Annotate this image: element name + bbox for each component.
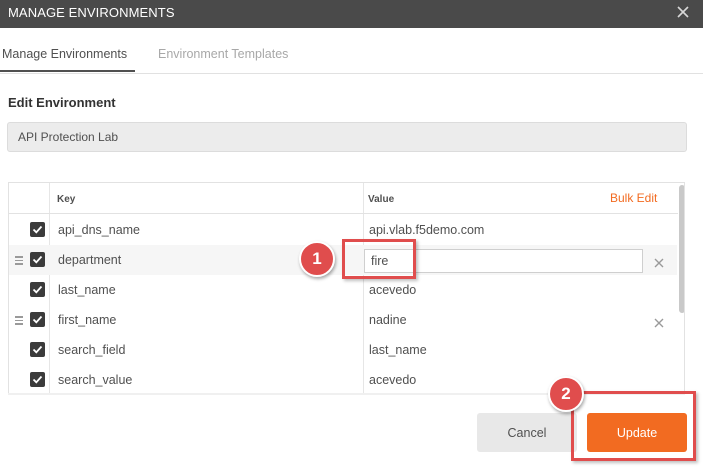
row-value[interactable]: api.vlab.f5demo.com <box>369 223 484 237</box>
row-value[interactable]: last_name <box>369 343 427 357</box>
row-enabled-checkbox[interactable] <box>30 312 45 327</box>
callout-highlight-update <box>571 391 696 461</box>
cancel-button[interactable]: Cancel <box>477 413 577 452</box>
row-value[interactable]: acevedo <box>369 283 416 297</box>
row-value[interactable]: nadine <box>369 313 407 327</box>
row-enabled-checkbox[interactable] <box>30 252 45 267</box>
row-enabled-checkbox[interactable] <box>30 372 45 387</box>
callout-highlight-value <box>342 239 416 279</box>
value-column-header: Value <box>368 194 395 205</box>
variables-table: Key Value Bulk Edit api_dns_name api.vla… <box>8 182 685 395</box>
key-column-header: Key <box>57 194 76 205</box>
step-marker-1: 1 <box>299 241 335 277</box>
table-row: last_name acevedo <box>9 275 677 305</box>
table-header: Key Value Bulk Edit <box>9 183 684 214</box>
row-enabled-checkbox[interactable] <box>30 282 45 297</box>
tab-manage-environments[interactable]: Manage Environments <box>0 47 136 72</box>
row-key[interactable]: department <box>58 253 121 267</box>
edit-environment-heading: Edit Environment <box>8 95 116 110</box>
delete-row-icon[interactable] <box>654 315 664 328</box>
row-key[interactable]: api_dns_name <box>58 223 140 237</box>
bulk-edit-link[interactable]: Bulk Edit <box>610 191 657 205</box>
row-key[interactable]: last_name <box>58 283 116 297</box>
table-row: first_name nadine <box>9 305 677 335</box>
step-marker-2: 2 <box>548 376 584 412</box>
row-key[interactable]: first_name <box>58 313 116 327</box>
dialog-titlebar: MANAGE ENVIRONMENTS <box>0 0 703 28</box>
row-enabled-checkbox[interactable] <box>30 222 45 237</box>
row-key[interactable]: search_field <box>58 343 125 357</box>
table-scrollbar-thumb[interactable] <box>679 185 684 313</box>
environment-name-field[interactable]: API Protection Lab <box>7 122 687 152</box>
drag-handle-icon[interactable] <box>15 316 23 325</box>
delete-row-icon[interactable] <box>654 255 664 268</box>
tab-bar: Manage Environments Environment Template… <box>0 28 703 74</box>
close-icon[interactable] <box>673 2 693 22</box>
row-key[interactable]: search_value <box>58 373 132 387</box>
tab-environment-templates[interactable]: Environment Templates <box>158 47 288 61</box>
row-enabled-checkbox[interactable] <box>30 342 45 357</box>
row-value[interactable]: acevedo <box>369 373 416 387</box>
table-row: search_field last_name <box>9 335 677 365</box>
dialog-title: MANAGE ENVIRONMENTS <box>8 5 175 20</box>
drag-handle-icon[interactable] <box>15 256 23 265</box>
